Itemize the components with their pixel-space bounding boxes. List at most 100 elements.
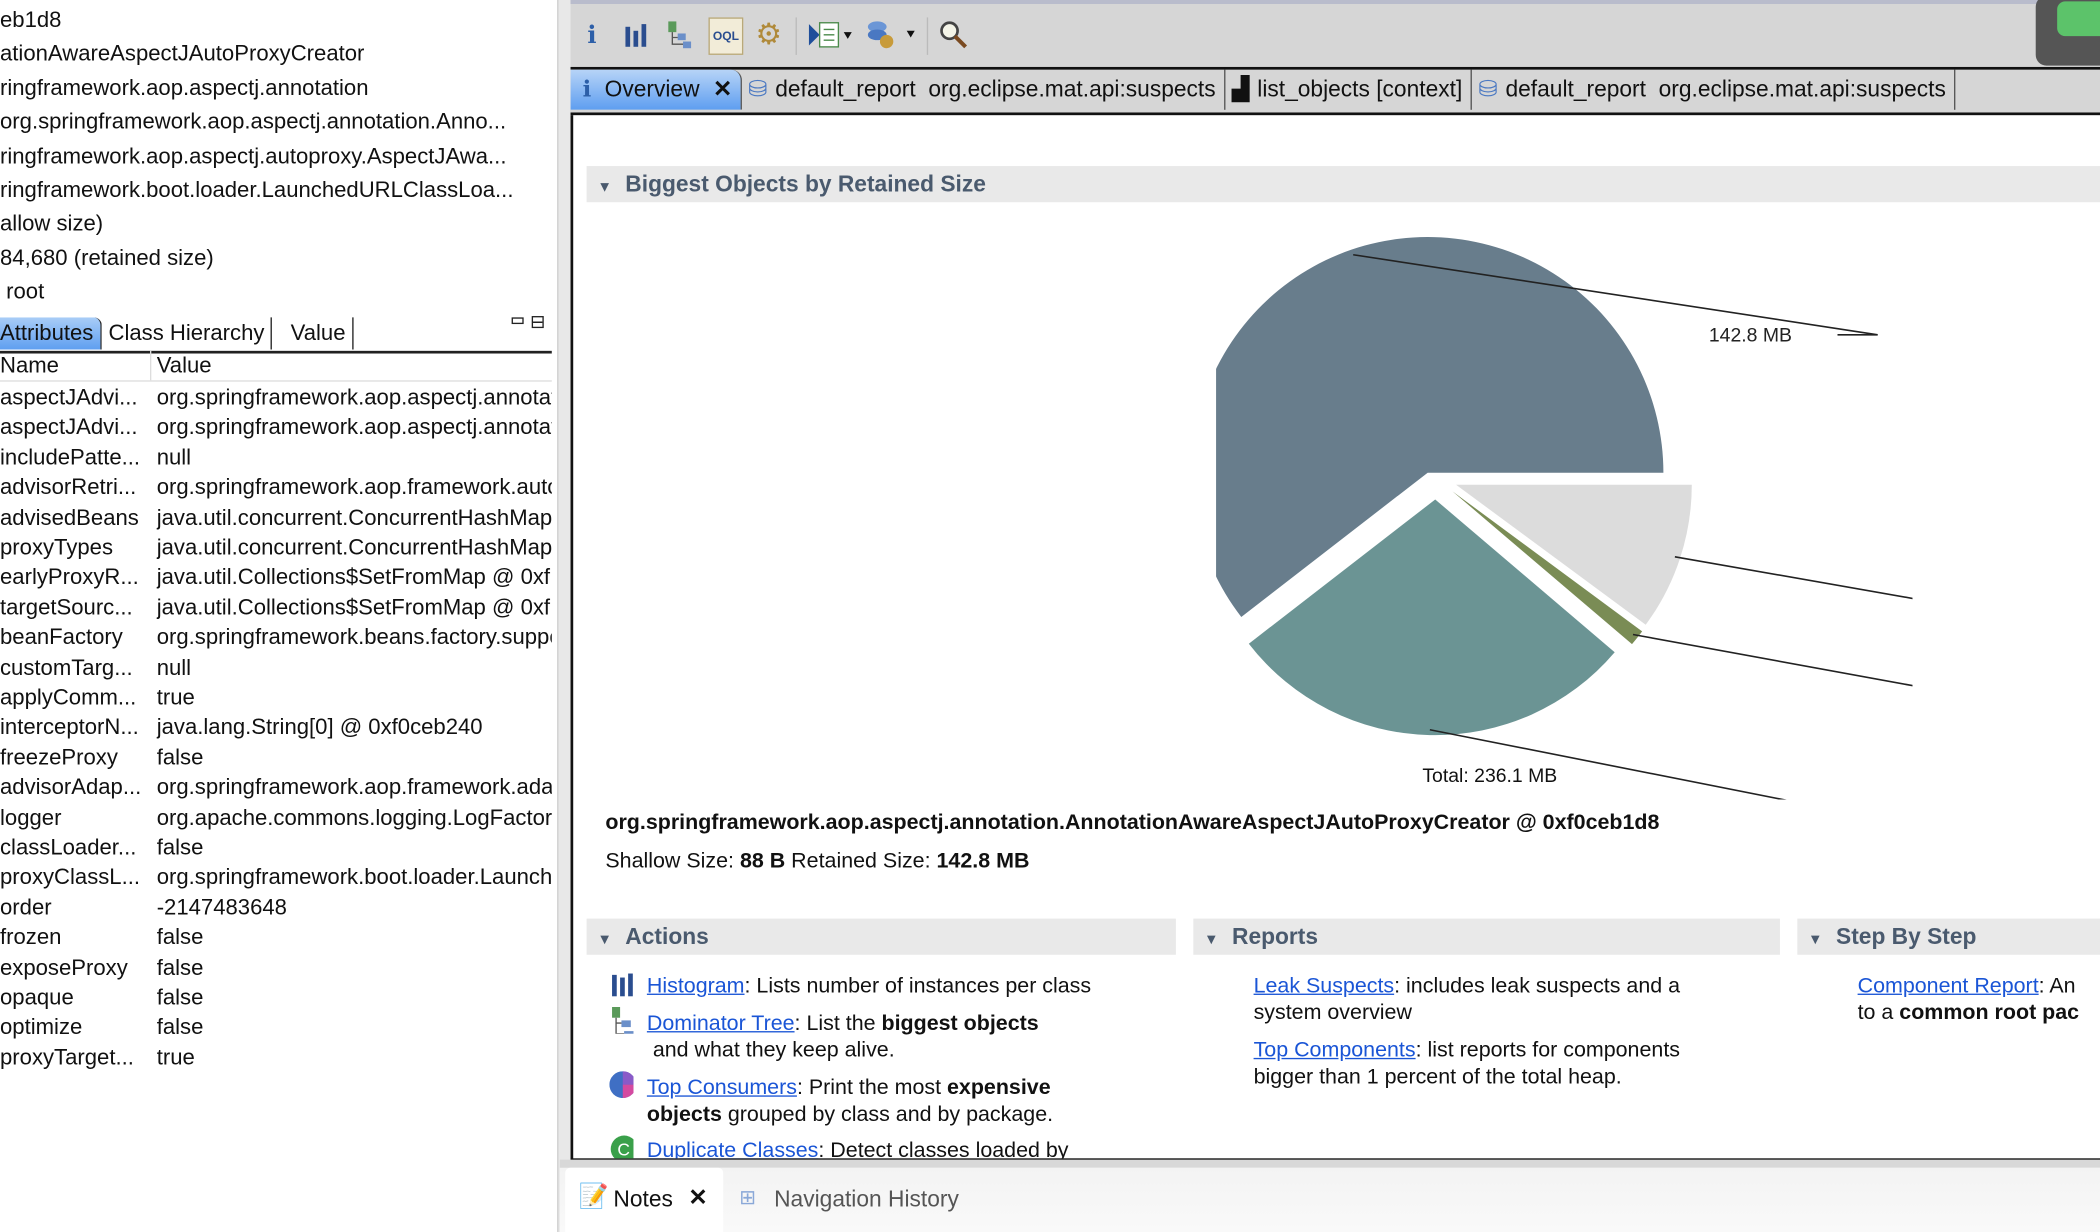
component-report-link[interactable]: Component Report xyxy=(1858,975,2039,998)
reports-icon[interactable] xyxy=(865,17,916,52)
leak-suspects-link[interactable]: Leak Suspects xyxy=(1254,975,1395,998)
tab-default-report-2[interactable]: ⛁ default_report org.eclipse.mat.api:susp… xyxy=(1472,69,1956,110)
table-row[interactable]: includePatte... null xyxy=(0,443,552,472)
attribute-value: -2147483648 xyxy=(156,895,287,920)
object-name[interactable]: org.springframework.aop.aspectj.annotati… xyxy=(605,811,1659,835)
table-row[interactable]: interceptorN... java.lang.String[0] @ 0xf… xyxy=(0,713,552,742)
table-row[interactable]: proxyClassL... org.springframework.boot.l… xyxy=(0,863,552,892)
attribute-name: advisedBeans xyxy=(0,505,139,530)
table-row[interactable]: advisorRetri... org.springframework.aop.f… xyxy=(0,473,552,502)
table-row[interactable]: beanFactory org.springframework.beans.fac… xyxy=(0,623,552,652)
maximize-icon[interactable] xyxy=(531,316,544,329)
search-icon[interactable] xyxy=(938,17,970,52)
attribute-value: false xyxy=(156,925,204,950)
table-row[interactable]: aspectJAdvi... org.springframework.aop.as… xyxy=(0,383,552,412)
section-step-by-step[interactable]: ▼ Step By Step xyxy=(1797,918,2100,955)
top-components-link[interactable]: Top Components xyxy=(1254,1039,1416,1062)
close-icon[interactable]: ✕ xyxy=(713,76,732,101)
tab-value[interactable]: Value xyxy=(284,317,354,350)
info-icon[interactable]: i xyxy=(576,17,608,52)
tab-notes[interactable]: 📝 Notes ✕ xyxy=(565,1167,724,1232)
table-row[interactable]: freezeProxy false xyxy=(0,743,552,772)
column-header-value[interactable]: Value xyxy=(157,351,212,380)
dominator-tree-icon xyxy=(612,1007,634,1034)
query-browser-icon[interactable] xyxy=(806,17,854,52)
attribute-name: proxyTarget... xyxy=(0,1045,134,1070)
attribute-value: true xyxy=(156,685,195,710)
dominator-tree-icon[interactable] xyxy=(664,17,696,52)
tab-default-report-1[interactable]: ⛁ default_report org.eclipse.mat.api:susp… xyxy=(741,69,1226,110)
section-actions[interactable]: ▼ Actions xyxy=(586,918,1176,955)
histogram-link[interactable]: Histogram xyxy=(647,975,745,998)
table-row[interactable]: logger org.apache.commons.logging.LogFact… xyxy=(0,803,552,832)
table-row[interactable]: opaque false xyxy=(0,983,552,1012)
table-row[interactable]: earlyProxyR... java.util.Collections$SetF… xyxy=(0,563,552,592)
oql-icon[interactable]: OQL xyxy=(708,17,744,55)
attribute-name: advisorAdap... xyxy=(0,775,142,800)
attribute-value: java.lang.String[0] @ 0xf0ceb240 xyxy=(156,715,483,740)
tab-label: default_report org.eclipse.mat.api:suspe… xyxy=(1505,76,1946,102)
floating-widget[interactable] xyxy=(2035,0,2100,66)
attribute-name: proxyClassL... xyxy=(0,865,141,890)
collapse-icon[interactable]: ▼ xyxy=(597,932,612,948)
attribute-name: customTarg... xyxy=(0,655,133,680)
retained-size-pie-chart: 142.8 MB66.8 MB2.6 MB23.9 MB xyxy=(1216,237,1913,800)
duplicate-classes-link[interactable]: Duplicate Classes xyxy=(647,1140,819,1159)
leader-line xyxy=(1632,633,1913,687)
tab-list-objects[interactable]: ▟ list_objects [context] xyxy=(1225,69,1472,110)
table-row[interactable]: exposeProxy false xyxy=(0,953,552,982)
section-title: Biggest Objects by Retained Size xyxy=(625,171,986,197)
attribute-name: applyComm... xyxy=(0,685,137,710)
shallow-size-label: Shallow Size: xyxy=(605,850,734,874)
attribute-value: java.util.concurrent.ConcurrentHashMap xyxy=(156,505,552,530)
table-row[interactable]: advisedBeans java.util.concurrent.Concurr… xyxy=(0,503,552,532)
dominator-tree-link[interactable]: Dominator Tree xyxy=(647,1012,795,1035)
tab-class-hierarchy[interactable]: Class Hierarchy xyxy=(102,317,273,350)
attribute-name: aspectJAdvi... xyxy=(0,415,138,440)
table-row[interactable]: proxyTypes java.util.concurrent.Concurren… xyxy=(0,533,552,562)
report-icon: ⛁ xyxy=(748,76,768,102)
toolbar-separator xyxy=(795,17,797,55)
attribute-name: opaque xyxy=(0,985,74,1010)
histogram-icon[interactable] xyxy=(620,17,652,52)
section-biggest-objects[interactable]: ▼ Biggest Objects by Retained Size xyxy=(586,166,2100,203)
notes-icon: 📝 xyxy=(578,1182,609,1210)
editor-tabs: i Overview ✕ ⛁ default_report org.eclipse.m… xyxy=(570,66,2100,116)
section-reports[interactable]: ▼ Reports xyxy=(1193,918,1780,955)
object-inspector-panel: eb1d8 ationAwareAspectJAutoProxyCreator … xyxy=(0,0,558,1232)
collapse-icon[interactable]: ▼ xyxy=(1204,932,1219,948)
table-row[interactable]: aspectJAdvi... org.springframework.aop.as… xyxy=(0,413,552,442)
table-row[interactable]: order -2147483648 xyxy=(0,893,552,922)
inspector-property: allow size) xyxy=(0,211,104,236)
column-header-name[interactable]: Name xyxy=(0,351,59,380)
tab-attributes[interactable]: Attributes xyxy=(0,317,102,350)
minimize-icon[interactable] xyxy=(511,317,524,325)
collapse-icon[interactable]: ▼ xyxy=(1808,932,1823,948)
attribute-value: org.springframework.aop.framework.adapte… xyxy=(156,775,552,800)
leader-line xyxy=(1429,728,1787,800)
top-consumers-link[interactable]: Top Consumers xyxy=(647,1077,797,1100)
attribute-name: exposeProxy xyxy=(0,955,128,980)
step-component-report: Component Report: An to a common root pac xyxy=(1858,974,2079,1028)
tab-label: Overview xyxy=(604,76,700,102)
inspector-property: eb1d8 xyxy=(0,8,62,33)
table-row[interactable]: classLoader... false xyxy=(0,833,552,862)
table-row[interactable]: optimize false xyxy=(0,1013,552,1042)
close-icon[interactable]: ✕ xyxy=(688,1185,707,1212)
table-row[interactable]: applyComm... true xyxy=(0,683,552,712)
table-row[interactable]: targetSourc... java.util.Collections$SetF… xyxy=(0,593,552,622)
slice-label: 142.8 MB xyxy=(1709,324,1792,346)
table-row[interactable]: frozen false xyxy=(0,923,552,952)
table-row[interactable]: advisorAdap... org.springframework.aop.fr… xyxy=(0,773,552,802)
heap-dump-details-icon[interactable]: ⚙ xyxy=(753,17,785,52)
table-row[interactable]: customTarg... null xyxy=(0,653,552,682)
svg-text:C: C xyxy=(617,1140,630,1160)
table-row[interactable]: proxyTarget... true xyxy=(0,1043,552,1072)
overview-editor: ▼ Biggest Objects by Retained Size 142.8 … xyxy=(570,109,2100,1161)
attribute-name: optimize xyxy=(0,1015,83,1040)
section-title: Reports xyxy=(1232,923,1319,950)
collapse-icon[interactable]: ▼ xyxy=(597,179,612,195)
document-icon: ▟ xyxy=(1231,76,1250,102)
step-emphasis: common root pac xyxy=(1899,1001,2080,1025)
tab-overview[interactable]: i Overview ✕ xyxy=(570,69,742,110)
